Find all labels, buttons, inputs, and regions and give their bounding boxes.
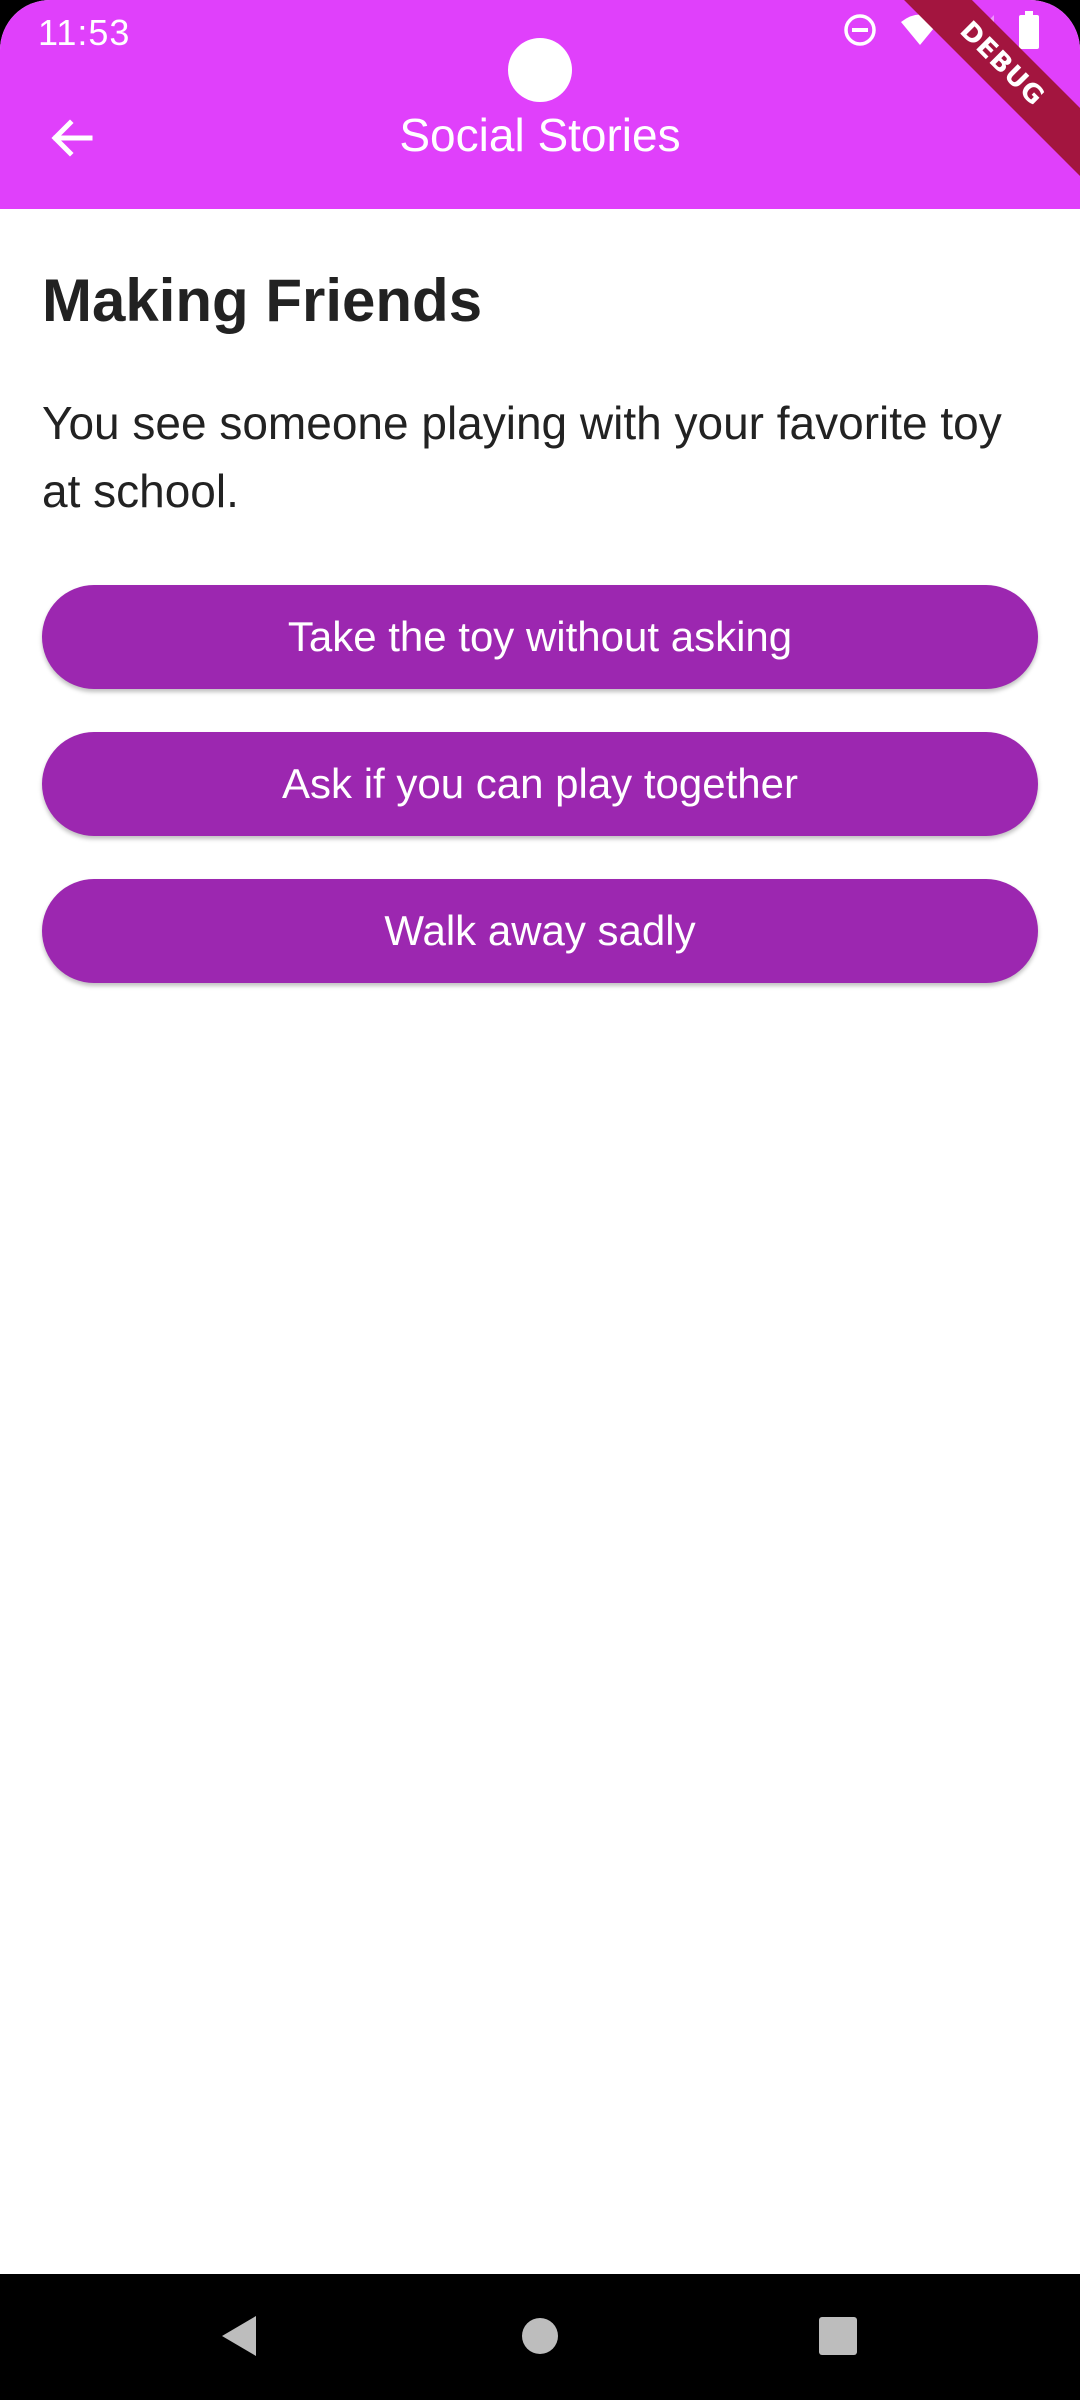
nav-recents-button[interactable] bbox=[798, 2298, 878, 2378]
back-triangle-icon bbox=[216, 2312, 260, 2365]
app-screen: 11:53 Social Stories DEBUG Making Friend… bbox=[0, 0, 1080, 2400]
do-not-disturb-icon bbox=[842, 12, 878, 53]
choice-button-take-toy[interactable]: Take the toy without asking bbox=[42, 585, 1038, 689]
choice-button-ask-to-play[interactable]: Ask if you can play together bbox=[42, 732, 1038, 836]
front-camera bbox=[508, 38, 572, 102]
choice-button-walk-away[interactable]: Walk away sadly bbox=[42, 879, 1038, 983]
home-circle-icon bbox=[520, 2316, 560, 2361]
story-content: Making Friends You see someone playing w… bbox=[42, 209, 1038, 983]
story-title: Making Friends bbox=[42, 267, 483, 334]
status-time: 11:53 bbox=[38, 12, 131, 53]
system-nav-bar bbox=[0, 2274, 1080, 2400]
nav-back-button[interactable] bbox=[198, 2298, 278, 2378]
story-text: You see someone playing with your favori… bbox=[42, 397, 1002, 517]
recents-square-icon bbox=[818, 2316, 858, 2361]
battery-icon bbox=[1018, 10, 1040, 54]
page-title: Social Stories bbox=[399, 109, 681, 161]
nav-home-button[interactable] bbox=[500, 2298, 580, 2378]
choice-list: Take the toy without asking Ask if you c… bbox=[42, 585, 1038, 983]
app-bar: 11:53 Social Stories DEBUG bbox=[0, 0, 1080, 209]
